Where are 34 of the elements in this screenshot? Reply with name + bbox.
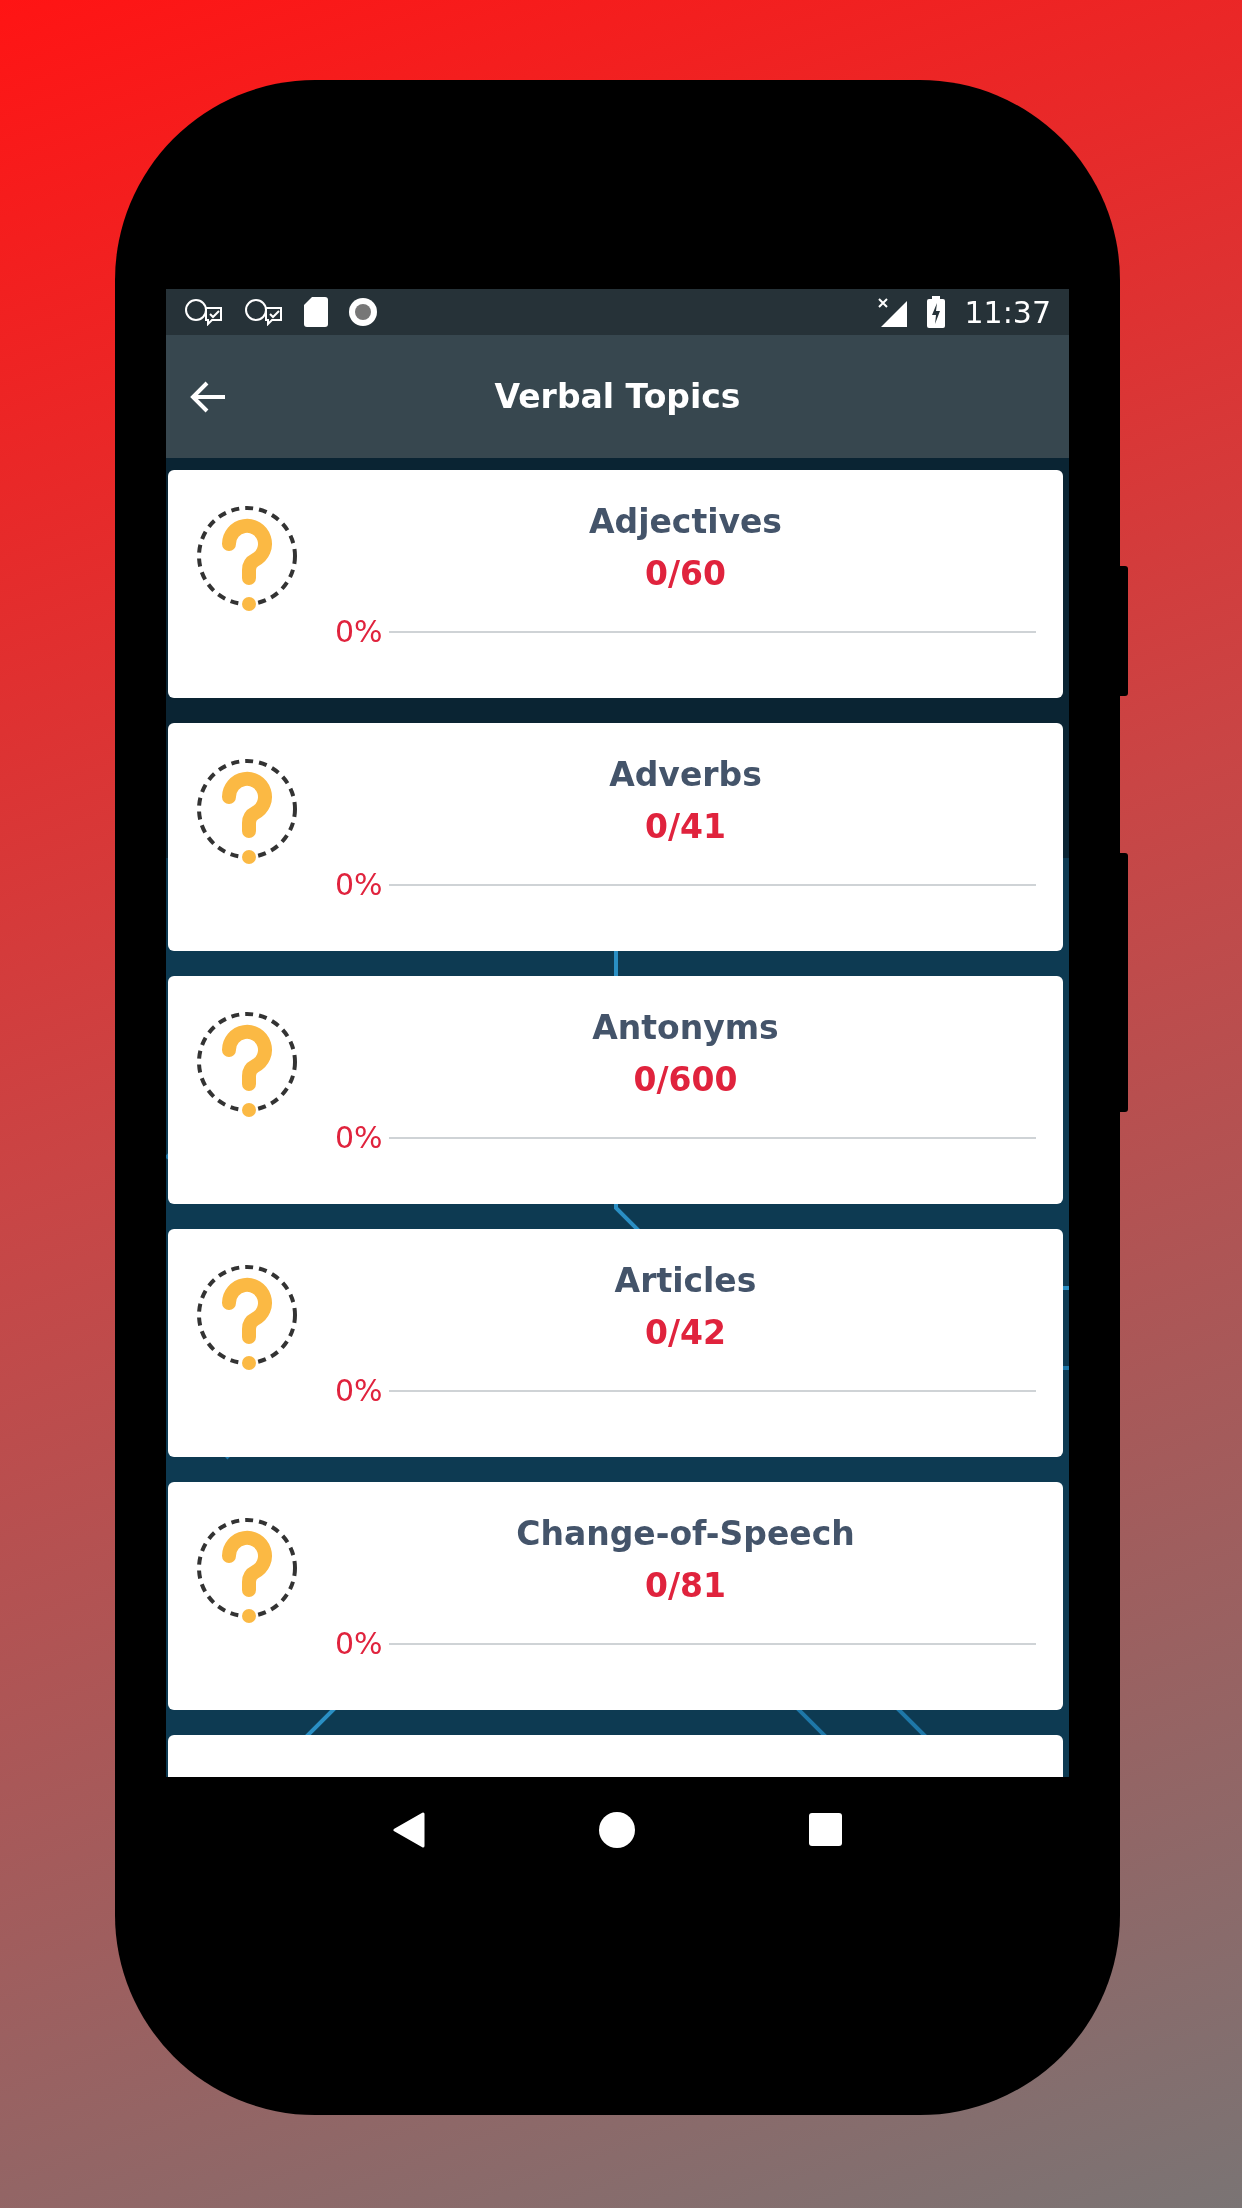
progress-percent: 0%	[335, 1626, 383, 1661]
chat-check-icon	[244, 298, 284, 326]
progress-percent: 0%	[335, 867, 383, 902]
battery-icon	[926, 296, 945, 328]
signal-icon	[876, 297, 907, 327]
question-count: 0/81	[645, 1565, 726, 1607]
back-triangle-icon	[393, 1811, 425, 1848]
topic-card[interactable]: Adjectives 0/60 0%	[168, 470, 1063, 698]
topic-card[interactable]: Change-of-Speech 0/81 0%	[168, 1482, 1063, 1710]
topic-title: Antonyms	[592, 1007, 779, 1049]
square-icon	[809, 1813, 842, 1846]
home-circle-icon	[599, 1811, 635, 1848]
record-icon	[348, 297, 378, 327]
progress-percent: 0%	[335, 1120, 383, 1155]
progress-percent: 0%	[335, 1373, 383, 1408]
question-count: 0/60	[645, 553, 726, 595]
question-count: 0/600	[633, 1059, 738, 1101]
clock-time: 11:37	[964, 294, 1051, 330]
topic-card[interactable]: Adverbs 0/41 0%	[168, 723, 1063, 951]
topic-title: Adjectives	[588, 501, 782, 543]
sd-card-icon	[304, 297, 328, 327]
chat-check-icon	[184, 298, 224, 326]
nav-back-button[interactable]	[393, 1811, 425, 1848]
home-button[interactable]	[599, 1811, 635, 1848]
question-count: 0/41	[645, 806, 726, 848]
topic-card[interactable]: Antonyms 0/600 0%	[168, 976, 1063, 1204]
question-count: 0/42	[645, 1312, 726, 1354]
progress-percent: 0%	[335, 614, 383, 649]
topic-card[interactable]: Articles 0/42 0%	[168, 1229, 1063, 1457]
topic-title: Articles	[614, 1260, 757, 1302]
back-arrow-icon	[189, 379, 227, 414]
topic-title: Change-of-Speech	[516, 1513, 855, 1555]
topic-title: Adverbs	[609, 754, 762, 796]
screen-title: Verbal Topics	[494, 377, 741, 416]
